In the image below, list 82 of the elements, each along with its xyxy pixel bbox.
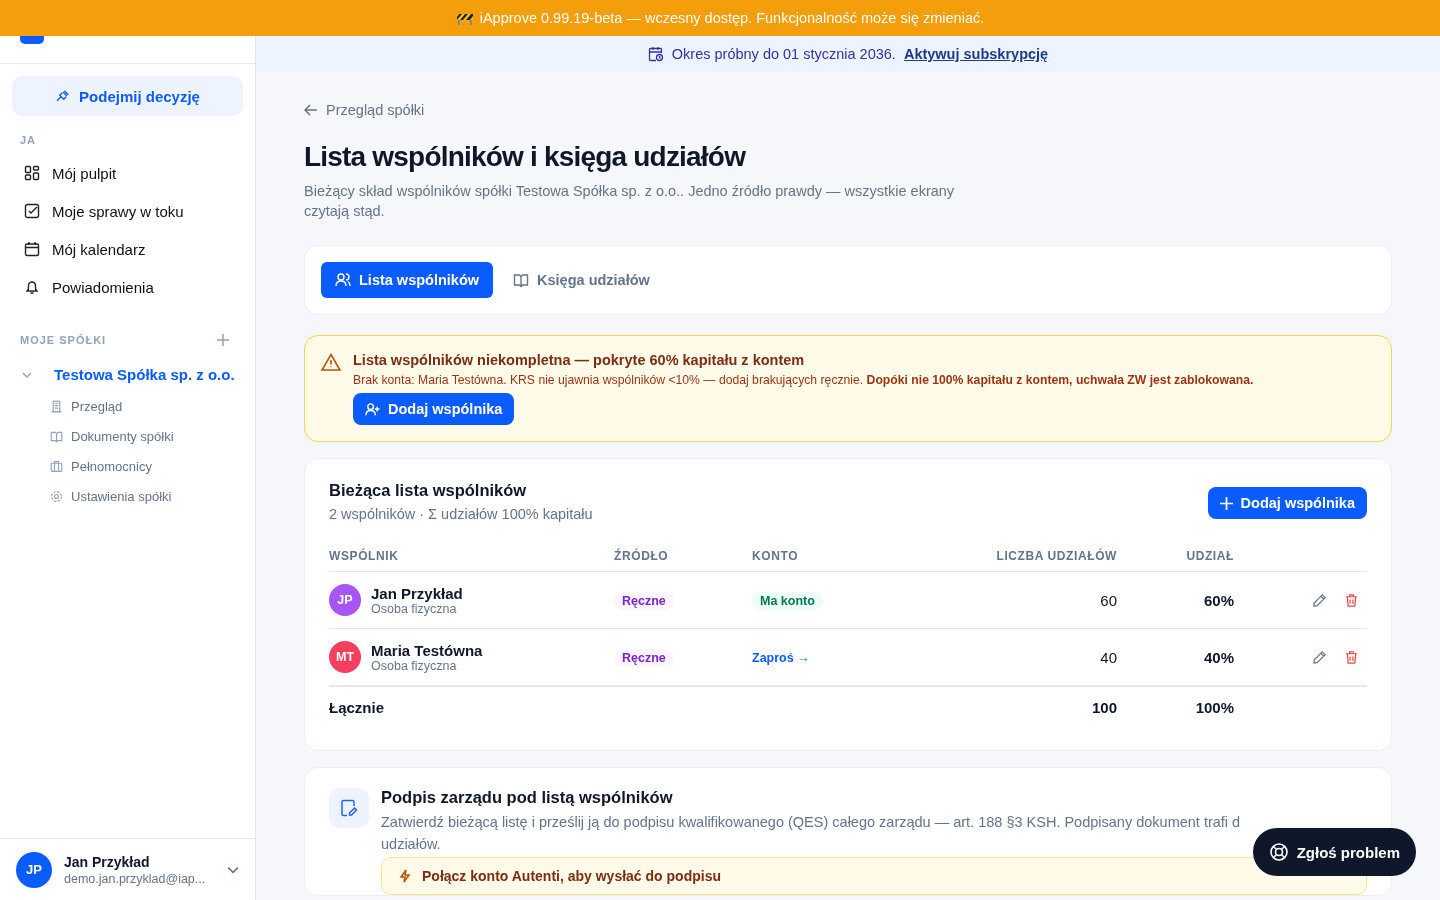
warning-title: Lista wspólników niekompletna — pokryte 60% kapitału z kontem [353, 352, 806, 368]
book-icon [50, 429, 63, 443]
total-label: Łącznie [329, 699, 386, 716]
user-email: demo.jan.przyklad@iap... [64, 871, 207, 886]
delete-icon[interactable] [1344, 592, 1359, 608]
tab[interactable]: Lista wspólników [321, 262, 494, 298]
edit-icon[interactable] [1312, 592, 1327, 608]
bell-icon [24, 279, 40, 295]
signature-description: Zatwierdź bieżącą listę i prześlij ją do podpisu kwalifikowanego (QES) całego zarządu — art. 188 §3 KSH. Podpisany dokument trafi d [381, 813, 1241, 832]
nav-item[interactable]: Mój kalendarz [12, 230, 243, 268]
building-icon [50, 399, 63, 413]
subscribe-link[interactable]: Aktywuj subskrypcję [903, 46, 1049, 62]
total-percent: 100% [1194, 699, 1234, 716]
nav-item[interactable]: Moje sprawy w toku [12, 192, 243, 230]
partner-avatar: MT [329, 641, 361, 673]
notice-text: Połącz konto Autenti, aby wysłać do podpisu [422, 868, 721, 884]
company-subitem[interactable]: Pełnomocnicy [12, 451, 243, 481]
company-subitem[interactable]: Ustawienia spółki [12, 481, 243, 511]
trial-text: Okres próbny do 01 stycznia 2036. [671, 46, 896, 62]
plus-icon [1219, 496, 1233, 510]
checkbox-icon [24, 203, 40, 219]
barrier-icon [455, 11, 474, 25]
add-icon[interactable] [217, 334, 229, 346]
card-title: Bieżąca lista wspólników [329, 481, 528, 500]
column-header: KONTO [752, 548, 800, 563]
page-subtitle: Bieżący skład wspólników spółki Testowa Spółka sp. z o.o.. Jedno źródło prawdy — wszystkie ekrany czytają stąd. [304, 182, 956, 221]
signature-title: Podpis zarządu pod listą wspólników [381, 788, 674, 807]
page-title: Lista wspólników i księga udziałów [304, 141, 747, 173]
total-shares: 100 [1090, 699, 1117, 716]
users-icon [335, 272, 351, 288]
nav-item[interactable]: Mój pulpit [12, 154, 243, 192]
delete-icon[interactable] [1344, 649, 1359, 665]
shares-cell-text: 60 [1099, 591, 1117, 609]
warning-text: Brak konta: Maria Testówna. KRS nie ujawnia wspólników <10% — dodaj brakujących ręcznie. Dopóki nie 100% kapitału z kontem, uchwała ZW jest zablokowana. [353, 373, 1254, 387]
banner-text: iApprove 0.99.19-beta — wczesny dostęp. Funkcjonalność może się zmieniać. [479, 10, 985, 26]
partner-type: Osoba fizyczna [371, 601, 457, 616]
partner-avatar: JP [329, 584, 361, 616]
source-tag: Ręczne [614, 592, 674, 610]
percent-cell-text: 40% [1202, 648, 1234, 666]
column-header: UDZIAŁ [1185, 548, 1234, 563]
add-partner-button[interactable]: Dodaj wspólnika [353, 393, 515, 425]
user-name: Jan Przykład [64, 853, 151, 870]
decision-button[interactable]: Podejmij decyzję [12, 76, 243, 116]
tab[interactable]: Księga udziałów [499, 262, 664, 298]
company-name: Testowa Spółka sp. z o.o. [54, 366, 235, 383]
partner-type: Osoba fizyczna [371, 658, 458, 673]
column-header: LICZBA UDZIAŁÓW [995, 548, 1117, 563]
partner-name: Jan Przykład [371, 584, 463, 602]
section-label: MOJE SPÓŁKI [20, 334, 107, 346]
source-tag: Ręczne [614, 649, 674, 667]
dashboard-icon [24, 165, 40, 181]
user-avatar: JP [16, 851, 52, 888]
warning-icon [321, 353, 341, 371]
book-icon [513, 272, 530, 288]
signature-description: udziałów. [381, 835, 441, 854]
user-menu[interactable]: JP Jan Przykład demo.jan.przyklad@iap... [0, 838, 255, 900]
arrow-left-icon [304, 103, 318, 117]
invite-link[interactable]: Zaproś → [752, 651, 810, 665]
calendar-icon [24, 241, 40, 257]
lifebuoy-icon [1268, 842, 1289, 862]
nav-item[interactable]: Powiadomienia [12, 268, 243, 306]
briefcase-icon [50, 459, 63, 473]
calendar-clock-icon [647, 46, 664, 62]
back-link[interactable]: Przegląd spółki [304, 102, 425, 118]
percent-cell-text: 60% [1202, 591, 1234, 609]
company-item[interactable]: Testowa Spółka sp. z o.o. [12, 354, 243, 391]
shares-cell-text: 40 [1099, 648, 1117, 666]
section-label: JA [19, 133, 38, 148]
partner-name: Maria Testówna [371, 641, 483, 659]
company-subitem[interactable]: Dokumenty spółki [12, 421, 243, 451]
report-problem-button[interactable]: Zgłoś problem [1252, 828, 1416, 876]
signature-icon [329, 788, 369, 828]
column-header: WSPÓLNIK [329, 548, 400, 563]
add-partner-button[interactable]: Dodaj wspólnika [1207, 487, 1367, 519]
card-summary: 2 wspólników · Σ udziałów 100% kapitału [329, 506, 593, 522]
account-tag: Ma konto [752, 592, 823, 610]
company-subitem[interactable]: Przegląd [12, 391, 243, 421]
gear-icon [50, 489, 63, 503]
user-plus-icon [365, 401, 380, 417]
edit-icon[interactable] [1312, 649, 1327, 665]
column-header: ŹRÓDŁO [614, 548, 670, 563]
lightning-icon [398, 869, 412, 883]
